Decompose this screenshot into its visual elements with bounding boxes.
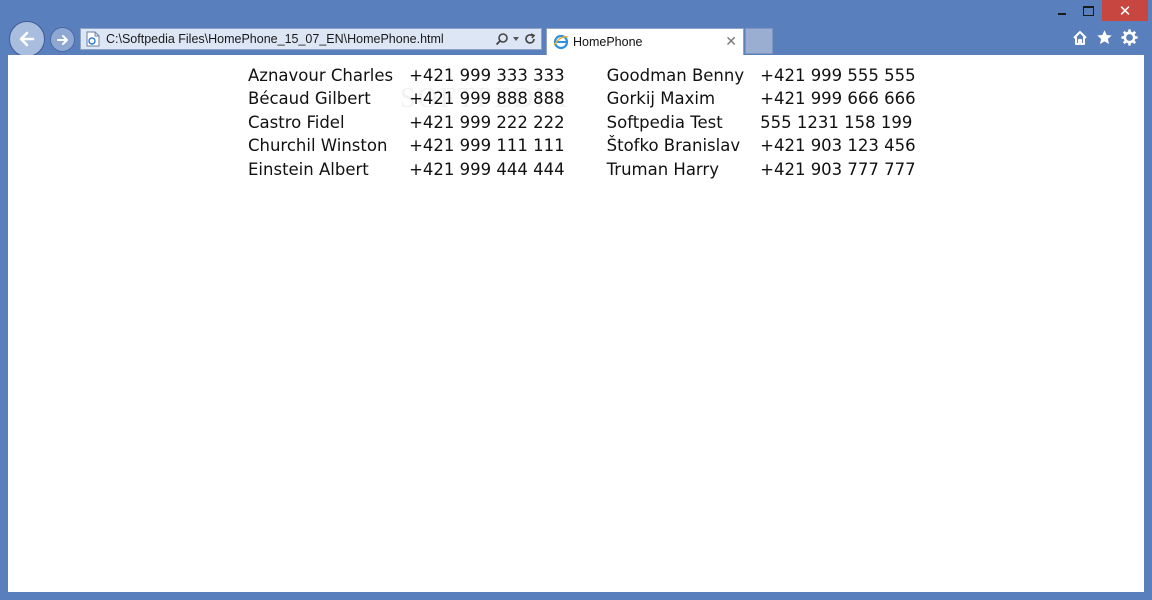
contact-phone: +421 999 111 111: [409, 136, 565, 156]
tab-homephone[interactable]: HomePhone ✕: [546, 28, 744, 55]
ie-logo-icon: [553, 34, 569, 50]
directory-table-left: Aznavour Charles +421 999 333 333 Bécaud G…: [248, 64, 607, 181]
settings-gear-icon[interactable]: [1121, 29, 1138, 46]
maximize-button[interactable]: [1075, 0, 1102, 21]
contact-phone: +421 999 888 888: [409, 89, 565, 109]
contact-phone: +421 903 777 777: [760, 159, 916, 179]
contact-row: Bécaud Gilbert +421 999 888 888: [248, 87, 607, 110]
contact-row: Goodman Benny +421 999 555 555: [607, 64, 958, 87]
contact-name: Bécaud Gilbert: [248, 89, 371, 109]
contact-phone: 555 1231 158 199: [760, 112, 913, 132]
contact-phone: +421 999 222 222: [409, 112, 565, 132]
forward-button[interactable]: [50, 27, 75, 52]
close-window-button[interactable]: ✕: [1102, 0, 1148, 21]
contact-name: Goodman Benny: [606, 66, 745, 85]
contact-name: Aznavour Charles: [248, 66, 394, 85]
contact-phone: +421 999 333 333: [409, 66, 565, 85]
close-icon: ✕: [1118, 1, 1132, 20]
new-tab-button[interactable]: [745, 28, 773, 54]
tab-title: HomePhone: [573, 35, 643, 49]
contact-name: Truman Harry: [606, 159, 719, 179]
minimize-button[interactable]: [1048, 0, 1075, 21]
back-button[interactable]: [9, 21, 45, 57]
dropdown-arrow-icon[interactable]: [512, 35, 520, 43]
address-url[interactable]: C:\Softpedia Files\HomePhone_15_07_EN\Ho…: [106, 32, 495, 46]
maximize-icon: [1083, 5, 1094, 16]
contact-row: Gorkij Maxim +421 999 666 666: [607, 87, 958, 110]
contact-phone: +421 903 123 456: [760, 136, 916, 156]
contact-phone: +421 999 555 555: [760, 66, 916, 85]
contact-row: Aznavour Charles +421 999 333 333: [248, 64, 607, 87]
address-bar[interactable]: C:\Softpedia Files\HomePhone_15_07_EN\Ho…: [80, 28, 542, 50]
window-controls: ✕: [1048, 0, 1148, 22]
page-icon: [86, 31, 100, 47]
page-content: SOFTPEDIA Aznavour Charles +421 999 333 3…: [8, 55, 1144, 592]
forward-arrow-icon: [56, 34, 68, 45]
contact-name: Štofko Branislav: [606, 136, 741, 156]
contact-name: Gorkij Maxim: [606, 89, 716, 109]
contact-name: Einstein Albert: [248, 159, 369, 179]
back-arrow-icon: [19, 31, 35, 47]
contact-row: Einstein Albert +421 999 444 444: [248, 158, 607, 181]
contact-row: Štofko Branislav +421 903 123 456: [607, 134, 958, 157]
contact-name: Churchil Winston: [248, 136, 388, 156]
contact-phone: +421 999 666 666: [760, 89, 916, 109]
contact-name: Softpedia Test: [606, 112, 723, 132]
minimize-icon: [1057, 12, 1066, 15]
contact-row: Churchil Winston +421 999 111 111: [248, 134, 607, 157]
directory-table-right: Goodman Benny +421 999 555 555 Gorkij Maxi…: [607, 64, 958, 181]
search-icon[interactable]: [495, 32, 509, 46]
contact-row: Truman Harry +421 903 777 777: [607, 158, 958, 181]
contact-row: Castro Fidel +421 999 222 222: [248, 111, 607, 134]
tab-close-icon[interactable]: ✕: [725, 34, 737, 50]
phone-directory: Aznavour Charles +421 999 333 333 Bécaud G…: [248, 64, 958, 181]
refresh-icon[interactable]: [523, 32, 537, 46]
favorites-star-icon[interactable]: [1096, 29, 1113, 46]
contact-phone: +421 999 444 444: [409, 159, 565, 179]
contact-row: Softpedia Test 555 1231 158 199: [607, 111, 958, 134]
toolbar-right: [1072, 29, 1138, 46]
contact-name: Castro Fidel: [248, 112, 345, 132]
home-icon[interactable]: [1072, 30, 1088, 46]
